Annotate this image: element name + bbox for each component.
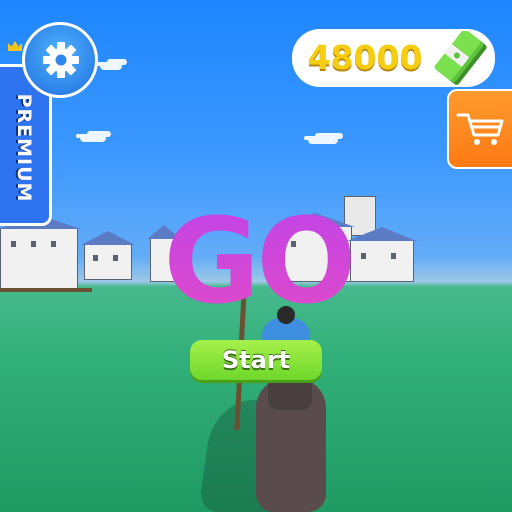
shopping-cart-icon [456,113,504,145]
cloud [100,62,122,70]
house [84,244,132,280]
cash-stack-icon [434,31,487,85]
fence [0,288,92,292]
start-button[interactable]: Start [190,340,322,380]
go-title: GO [148,196,368,326]
cloud [80,134,106,142]
house [0,228,78,290]
crown-icon [8,41,22,51]
shop-button[interactable] [447,89,512,169]
settings-button[interactable] [22,22,98,98]
currency-amount: 48000 [307,38,423,77]
cloud [308,136,338,144]
gear-icon [43,42,79,78]
game-scene: GO Start PREMIUM 48000 [0,0,512,512]
